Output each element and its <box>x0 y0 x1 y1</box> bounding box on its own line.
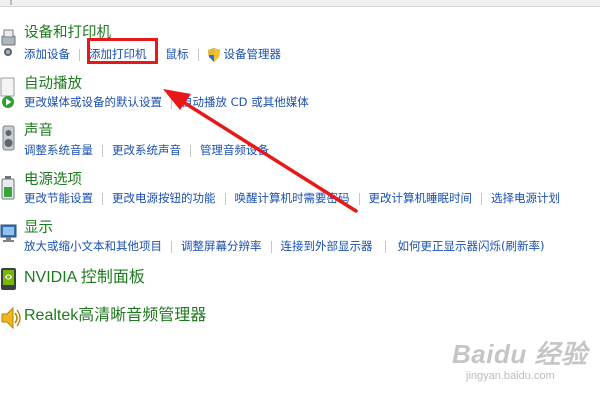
link-screen-resolution[interactable]: 调整屏幕分辨率 <box>181 239 262 254</box>
link-choose-power-plan[interactable]: 选择电源计划 <box>491 191 560 206</box>
separator <box>481 192 482 205</box>
printer-camera-icon <box>1 29 16 56</box>
highlight-box <box>87 38 158 64</box>
separator <box>270 240 272 253</box>
link-fix-flicker[interactable]: 如何更正显示器闪烁(刷新率) <box>398 239 545 254</box>
section-title-display[interactable]: 显示 <box>24 219 53 237</box>
section-title-autoplay[interactable]: 自动播放 <box>24 75 82 93</box>
section-display: 显示 放大或缩小文本和其他项目 调整屏幕分辨率 连接到外部显示器 如何更正显示器… <box>0 217 600 261</box>
autoplay-links: 更改媒体或设备的默认设置 自动播放 CD 或其他媒体 <box>24 95 309 110</box>
separator <box>79 48 80 61</box>
section-title-nvidia[interactable]: NVIDIA 控制面板 <box>24 269 145 287</box>
link-manage-audio-devices[interactable]: 管理音频设备 <box>200 143 269 158</box>
separator <box>224 192 226 205</box>
autoplay-icon <box>0 77 15 108</box>
link-device-manager[interactable]: 设备管理器 <box>224 47 282 62</box>
link-external-display[interactable]: 连接到外部显示器 <box>281 239 373 254</box>
separator <box>358 192 360 205</box>
baidu-watermark: Baidu 经验 jingyan.baidu.com <box>452 334 592 386</box>
section-title-power[interactable]: 电源选项 <box>24 171 82 189</box>
link-change-media-defaults[interactable]: 更改媒体或设备的默认设置 <box>24 95 162 110</box>
monitor-icon <box>0 224 17 242</box>
power-links: 更改节能设置 更改电源按钮的功能 唤醒计算机时需要密码 更改计算机睡眠时间 选择… <box>24 191 560 206</box>
battery-icon <box>1 176 15 200</box>
separator <box>384 240 386 253</box>
link-change-system-sounds[interactable]: 更改系统声音 <box>112 143 181 158</box>
link-power-button-function[interactable]: 更改电源按钮的功能 <box>112 191 216 206</box>
nvidia-icon <box>1 268 16 290</box>
separator <box>102 192 103 205</box>
section-power: 电源选项 更改节能设置 更改电源按钮的功能 唤醒计算机时需要密码 更改计算机睡眠… <box>0 169 600 213</box>
speaker-icon <box>2 125 15 151</box>
link-mouse[interactable]: 鼠标 <box>166 47 189 62</box>
link-autoplay-cd[interactable]: 自动播放 CD 或其他媒体 <box>181 95 309 110</box>
section-title-sound[interactable]: 声音 <box>24 122 53 140</box>
display-links: 放大或缩小文本和其他项目 调整屏幕分辨率 连接到外部显示器 如何更正显示器闪烁(… <box>24 239 544 254</box>
separator <box>197 48 199 61</box>
link-zoom-text[interactable]: 放大或缩小文本和其他项目 <box>24 239 162 254</box>
separator <box>171 96 172 109</box>
link-sleep-time[interactable]: 更改计算机睡眠时间 <box>369 191 473 206</box>
section-realtek: Realtek高清晰音频管理器 <box>0 305 600 335</box>
link-add-device[interactable]: 添加设备 <box>24 47 70 62</box>
separator <box>190 144 191 157</box>
section-nvidia: NVIDIA 控制面板 <box>0 265 600 295</box>
link-change-power-saving[interactable]: 更改节能设置 <box>24 191 93 206</box>
realtek-speaker-icon <box>1 306 21 330</box>
watermark-main: Baidu 经验 <box>452 339 588 369</box>
separator <box>171 240 172 253</box>
section-sound: 声音 调整系统音量 更改系统声音 管理音频设备 <box>0 120 600 164</box>
link-adjust-volume[interactable]: 调整系统音量 <box>24 143 93 158</box>
strip-divider <box>10 0 12 5</box>
link-wake-password[interactable]: 唤醒计算机时需要密码 <box>235 191 350 206</box>
uac-shield-icon <box>207 47 220 62</box>
section-title-realtek[interactable]: Realtek高清晰音频管理器 <box>24 307 206 325</box>
watermark-sub: jingyan.baidu.com <box>466 370 555 382</box>
window-top-strip <box>0 0 600 7</box>
sound-links: 调整系统音量 更改系统声音 管理音频设备 <box>24 143 269 158</box>
section-autoplay: 自动播放 更改媒体或设备的默认设置 自动播放 CD 或其他媒体 <box>0 72 600 116</box>
separator <box>102 144 103 157</box>
